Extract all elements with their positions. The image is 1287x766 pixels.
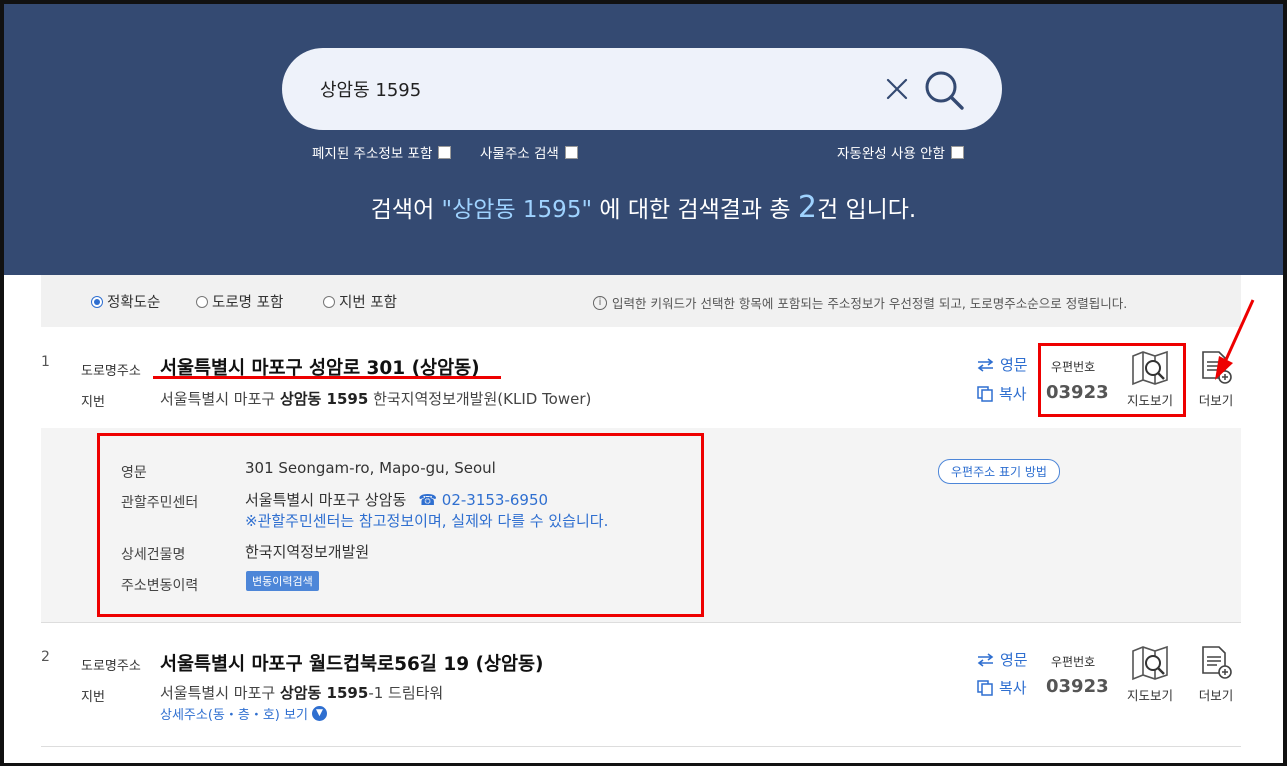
result-index: 1 — [41, 354, 50, 370]
summary-middle: 에 대한 검색결과 총 — [592, 197, 798, 223]
jibun-prefix: 서울특별시 마포구 — [160, 390, 280, 408]
zip-label: 우편번호 — [1051, 655, 1096, 669]
road-address[interactable]: 서울특별시 마포구 성암로 301 (상암동) — [160, 354, 480, 380]
summary-prefix: 검색어 — [370, 197, 442, 223]
copy-icon — [977, 385, 993, 402]
summary-suffix: 건 입니다. — [816, 197, 917, 223]
summary-count: 2 — [797, 190, 817, 225]
result-index: 2 — [41, 649, 50, 665]
map-view-label: 지도보기 — [1126, 688, 1173, 703]
map-search-icon — [1132, 350, 1168, 386]
detail-english-value: 301 Seongam-ro, Mapo-gu, Seoul — [245, 459, 496, 477]
copy-icon — [977, 679, 993, 696]
detail-center-label: 관할주민센터 — [121, 495, 199, 511]
sort-road[interactable]: 도로명 포함 — [196, 291, 283, 312]
option-include-abolished[interactable]: 폐지된 주소정보 포함 — [312, 142, 452, 162]
jibun-prefix: 서울특별시 마포구 — [160, 684, 280, 702]
include-abolished-checkbox[interactable] — [438, 145, 452, 159]
map-view-button[interactable]: 지도보기 — [1122, 350, 1178, 409]
option-include-abolished-label: 폐지된 주소정보 포함 — [312, 146, 433, 162]
detail-building-label: 상세건물명 — [121, 547, 186, 563]
center-phone[interactable]: ☎ 02-3153-6950 — [418, 491, 548, 509]
chevron-down-icon: ▼ — [311, 706, 327, 721]
road-address-label: 도로명주소 — [81, 364, 141, 379]
swap-icon — [977, 652, 994, 667]
radio-icon[interactable] — [323, 295, 335, 308]
more-label: 더보기 — [1198, 688, 1234, 703]
map-search-icon — [1132, 645, 1168, 681]
road-address[interactable]: 서울특별시 마포구 월드컵북로56길 19 (상암동) — [160, 650, 544, 676]
sort-accuracy[interactable]: 정확도순 — [91, 291, 160, 312]
jibun-label: 지번 — [81, 690, 105, 705]
jibun-bold: 상암동 1595 — [279, 684, 369, 702]
copy-button[interactable]: 복사 — [977, 383, 1027, 404]
annotation-arrow-icon — [1215, 299, 1255, 380]
autocomplete-off-checkbox[interactable] — [950, 145, 964, 159]
document-plus-icon — [1202, 646, 1232, 679]
sort-jibun[interactable]: 지번 포함 — [323, 291, 397, 312]
zip-code: 03923 — [1046, 382, 1109, 403]
summary-query: "상암동 1595" — [441, 197, 593, 223]
search-input[interactable] — [320, 70, 860, 108]
jibun-suffix: -1 드림타워 — [368, 684, 444, 702]
radio-selected-icon[interactable] — [91, 295, 103, 308]
detail-panel: 영문 301 Seongam-ro, Mapo-gu, Seoul 관할주민센터… — [41, 428, 1241, 622]
detail-center-note: ※관할주민센터는 참고정보이며, 실제와 다를 수 있습니다. — [245, 512, 609, 530]
detail-address-label: 상세주소(동・층・호) 보기 — [160, 708, 308, 723]
clear-icon[interactable] — [884, 76, 910, 102]
english-label: 영문 — [1000, 356, 1028, 374]
copy-label: 복사 — [999, 679, 1027, 697]
more-label: 더보기 — [1198, 393, 1234, 408]
copy-label: 복사 — [999, 385, 1027, 403]
search-summary: 검색어 "상암동 1595" 에 대한 검색결과 총 2건 입니다. — [4, 190, 1283, 225]
thing-address-checkbox[interactable] — [564, 145, 578, 159]
history-search-button[interactable]: 변동이력검색 — [246, 571, 319, 591]
jibun-address: 서울특별시 마포구 상암동 1595 한국지역정보개발원(KLID Tower) — [160, 388, 591, 409]
sort-accuracy-label: 정확도순 — [107, 295, 161, 311]
divider — [41, 746, 1241, 747]
english-label: 영문 — [1000, 651, 1028, 669]
map-view-label: 지도보기 — [1126, 393, 1173, 408]
road-address-label: 도로명주소 — [81, 659, 141, 674]
divider — [41, 622, 1241, 623]
sort-road-label: 도로명 포함 — [212, 295, 284, 311]
jibun-address: 서울특별시 마포구 상암동 1595-1 드림타워 — [160, 682, 443, 703]
center-name: 서울특별시 마포구 상암동 — [245, 491, 407, 509]
search-header: 폐지된 주소정보 포함 사물주소 검색 자동완성 사용 안함 검색어 "상암동 … — [4, 4, 1283, 275]
option-autocomplete-label: 자동완성 사용 안함 — [837, 146, 945, 162]
detail-address-link[interactable]: 상세주소(동・층・호) 보기 ▼ — [160, 704, 327, 723]
detail-building-value: 한국지역정보개발원 — [245, 543, 370, 561]
detail-center-value: 서울특별시 마포구 상암동 ☎ 02-3153-6950 — [245, 489, 548, 510]
option-autocomplete-off[interactable]: 자동완성 사용 안함 — [837, 142, 964, 162]
more-button[interactable]: 더보기 — [1188, 645, 1244, 704]
info-icon: i — [593, 295, 607, 310]
swap-icon — [977, 357, 994, 372]
sort-info-note: i 입력한 키워드가 선택한 항목에 포함되는 주소정보가 우선정렬 되고, 도… — [593, 293, 1127, 312]
radio-icon[interactable] — [196, 295, 208, 308]
option-thing-address-label: 사물주소 검색 — [480, 146, 559, 162]
zip-guide-button[interactable]: 우편주소 표기 방법 — [938, 459, 1060, 484]
copy-button[interactable]: 복사 — [977, 677, 1027, 698]
detail-history-label: 주소변동이력 — [121, 578, 199, 594]
jibun-suffix: 한국지역정보개발원(KLID Tower) — [368, 390, 592, 408]
sort-jibun-label: 지번 포함 — [339, 295, 397, 311]
search-box — [282, 48, 1002, 130]
zip-label: 우편번호 — [1051, 360, 1096, 374]
map-view-button[interactable]: 지도보기 — [1122, 645, 1178, 704]
sort-info-text: 입력한 키워드가 선택한 항목에 포함되는 주소정보가 우선정렬 되고, 도로명… — [612, 296, 1128, 311]
english-button[interactable]: 영문 — [977, 354, 1028, 375]
search-icon[interactable] — [922, 68, 966, 112]
jibun-label: 지번 — [81, 395, 105, 410]
english-button[interactable]: 영문 — [977, 649, 1028, 670]
sort-bar: 정확도순 도로명 포함 지번 포함 i 입력한 키워드가 선택한 항목에 포함되… — [41, 275, 1241, 327]
option-thing-address[interactable]: 사물주소 검색 — [480, 142, 578, 162]
jibun-bold: 상암동 1595 — [279, 390, 369, 408]
detail-english-label: 영문 — [121, 465, 147, 481]
zip-code: 03923 — [1046, 676, 1109, 697]
